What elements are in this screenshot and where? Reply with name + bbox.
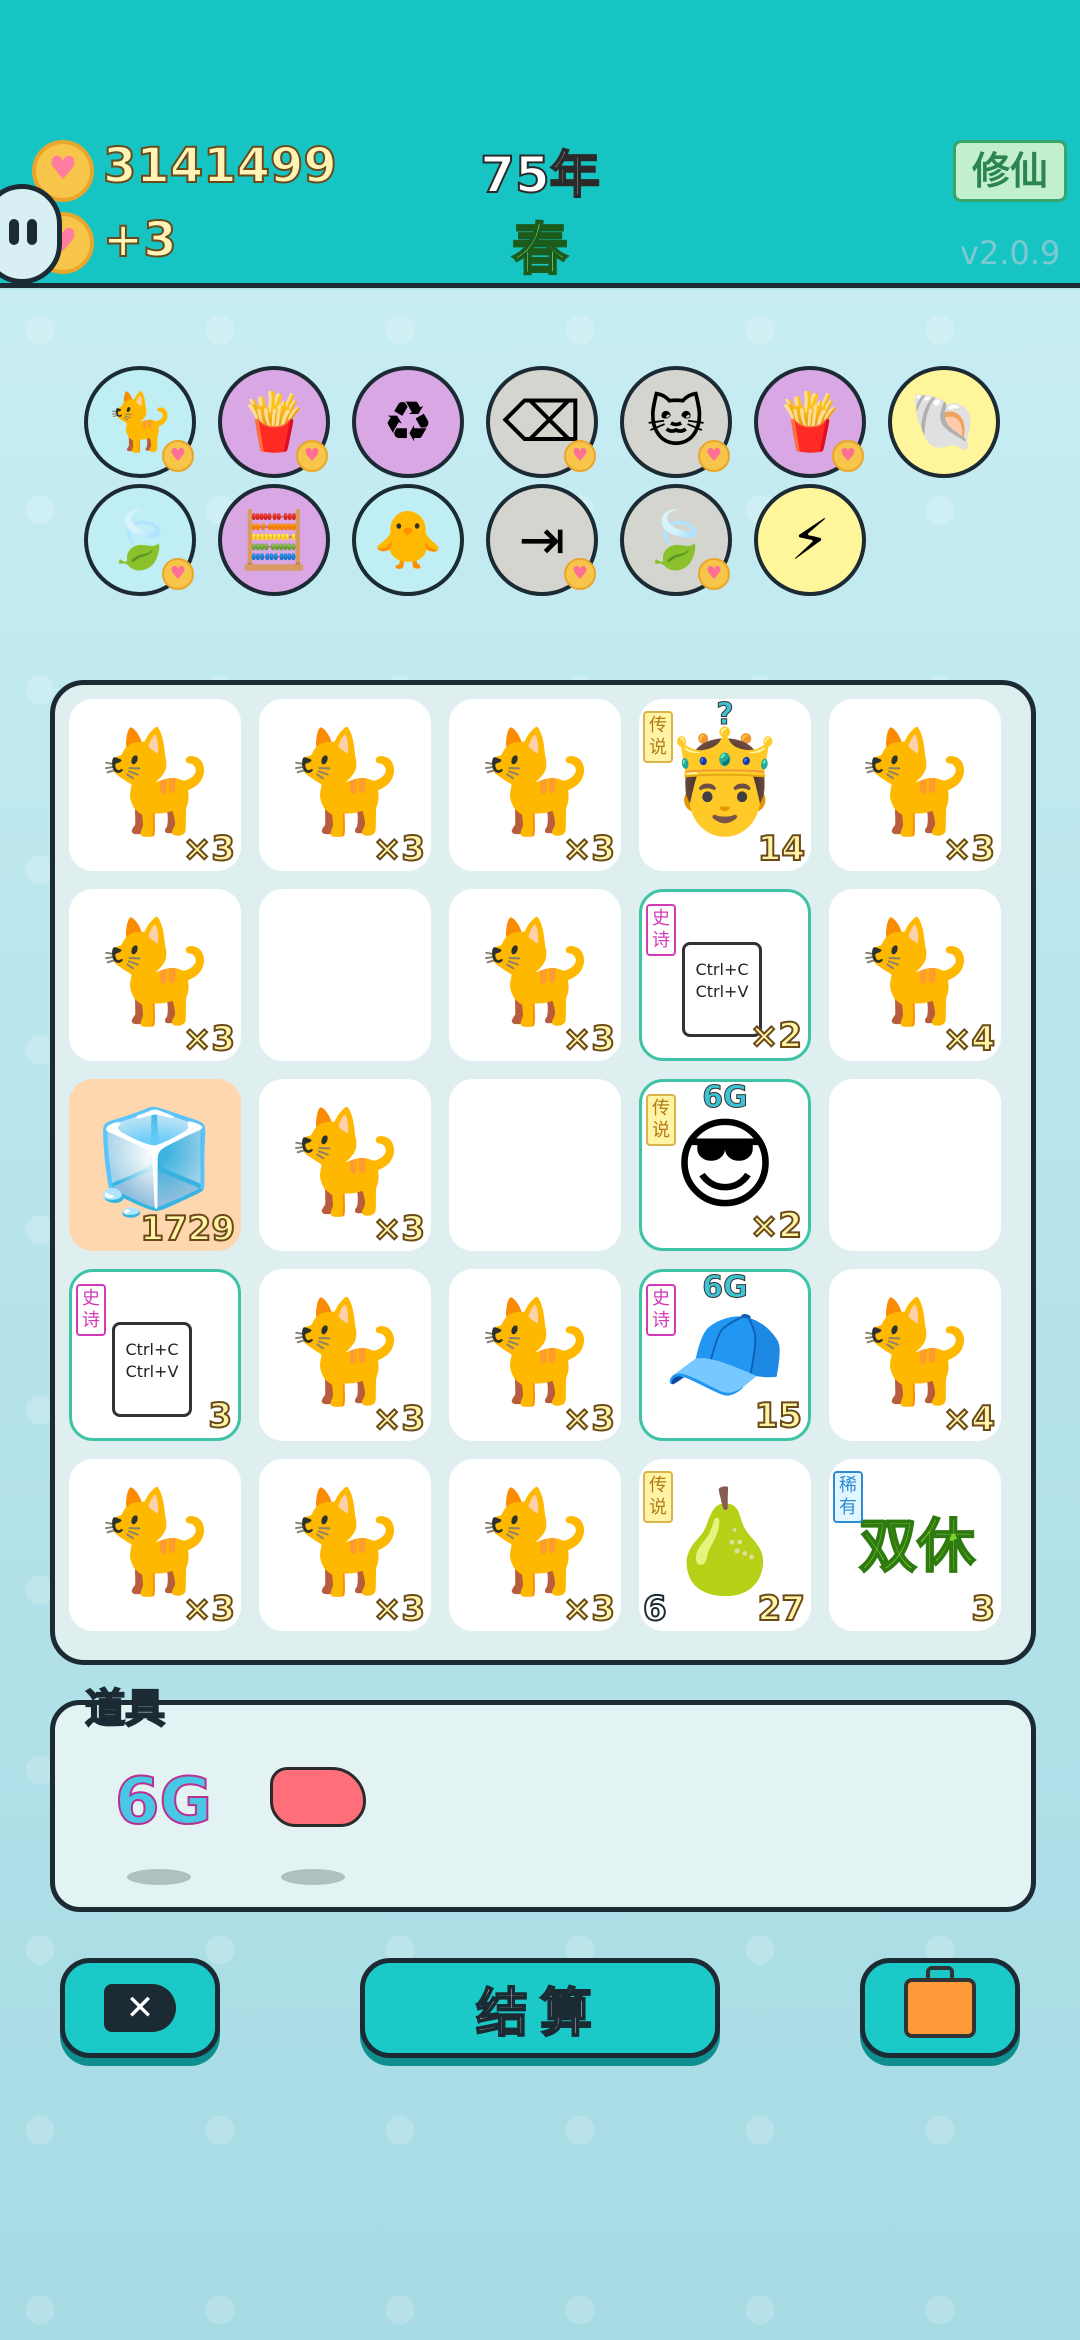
season-label: 春 (511, 217, 569, 284)
heart-coin-badge-icon: ♥ (296, 440, 328, 472)
tile-cat[interactable]: 🐈 ×3 (449, 1459, 621, 1631)
tile-count: ×3 (182, 1018, 236, 1060)
tile-count: ×2 (749, 1015, 803, 1057)
owl-cats-icon[interactable]: 🐱 ♥ (620, 366, 732, 478)
game-board: 🐈 ×3 🐈 ×3 🐈 ×3 🤴 传说? 14 🐈 ×3 🐈 ×3 🐈 ×3 Ctrl+C Ctrl+V 史诗 ×… (50, 680, 1036, 1665)
tile-count: ×4 (942, 1018, 996, 1060)
coin-balance: 3141499 (102, 137, 338, 195)
tile-cat[interactable]: 🐈 ×3 (69, 1459, 241, 1631)
math-head-icon[interactable]: 🧮 (218, 484, 330, 596)
tile-count: ×2 (749, 1205, 803, 1247)
rarity-tag: 稀有 (833, 1471, 863, 1523)
tool-6g[interactable]: 6G (114, 1764, 213, 1840)
empty-tile[interactable] (829, 1079, 1001, 1251)
liver-icon[interactable] (270, 1767, 366, 1827)
tile-cat[interactable]: 🐈 ×3 (69, 699, 241, 871)
tile-cat[interactable]: 🐈 ×3 (449, 1269, 621, 1441)
tile-cat[interactable]: 🐈 ×3 (829, 699, 1001, 871)
delete-button[interactable]: ✕ (60, 1958, 220, 2058)
recycle-icon[interactable]: ♻ (352, 366, 464, 478)
chick-egg-icon[interactable]: 🐥 (352, 484, 464, 596)
tile-count: ×3 (372, 1398, 426, 1440)
tools-panel: 6G (50, 1700, 1036, 1912)
leaf-icon[interactable]: 🍃 ♥ (84, 484, 196, 596)
tile-cat[interactable]: 🐈 ×3 (259, 699, 431, 871)
tile-cat[interactable]: 🐈 ×4 (829, 1269, 1001, 1441)
heart-coin-badge-icon: ♥ (162, 558, 194, 590)
settle-button[interactable]: 结算 (360, 1958, 720, 2058)
cat-with-hole-icon[interactable]: 🐈 ♥ (84, 366, 196, 478)
tile-cat[interactable]: 🐈 ×3 (259, 1269, 431, 1441)
tile-glasses-man[interactable]: 😎 传说 6G ×2 (639, 1079, 811, 1251)
tile-count: ×3 (182, 828, 236, 870)
version-label: v2.0.9 (960, 234, 1061, 272)
tool-shadow (127, 1869, 191, 1885)
heart-coin-badge-icon: ♥ (832, 440, 864, 472)
seashell-icon[interactable]: 🐚 (888, 366, 1000, 478)
tile-left-count: 6 (642, 1588, 668, 1630)
skip-icon[interactable]: ⇥ ♥ (486, 484, 598, 596)
tile-count: ×3 (182, 1588, 236, 1630)
shuangxiu-art: 双休 (858, 1511, 976, 1581)
rarity-tag: 史诗 (76, 1284, 106, 1336)
top-bar: 3141499 +3 75年 春 修仙 v2.0.9 (0, 0, 1080, 288)
tile-cat[interactable]: 🐈 ×3 (259, 1459, 431, 1631)
tile-count: ×3 (562, 1018, 616, 1060)
tile-count: ×3 (372, 1208, 426, 1250)
tile-count: ×4 (942, 1398, 996, 1440)
tile-cat[interactable]: 🐈 ×4 (829, 889, 1001, 1061)
tile-count: ×3 (562, 1398, 616, 1440)
side-menu-handle[interactable] (0, 184, 62, 284)
tile-count: ×3 (372, 1588, 426, 1630)
delete-key-icon[interactable]: ⌫ ♥ (486, 366, 598, 478)
tile-pear-king[interactable]: 🍐 传说 6 27 (639, 1459, 811, 1631)
tile-count: ×3 (562, 1588, 616, 1630)
tile-king[interactable]: 🤴 传说? 14 (639, 699, 811, 871)
lightning-icon[interactable]: ⚡ (754, 484, 866, 596)
year-label: 75年 (479, 145, 601, 205)
tile-top-label: ? (716, 699, 734, 733)
tile-top-label: 6G (702, 1080, 749, 1116)
tile-top-label: 6G (702, 1270, 749, 1306)
tile-count: 14 (757, 828, 806, 870)
cultivation-mode-button[interactable]: 修仙 (953, 140, 1067, 202)
empty-tile[interactable] (449, 1079, 621, 1251)
coin-income: +3 (102, 211, 178, 269)
leaf-icon[interactable]: 🍃 ♥ (620, 484, 732, 596)
rarity-tag: 传说 (643, 1471, 673, 1523)
tile-red-cap-boy[interactable]: 🧢 史诗 6G 15 (639, 1269, 811, 1441)
settle-label: 结算 (475, 1983, 604, 2045)
fries-icon[interactable]: 🍟 ♥ (218, 366, 330, 478)
tile-count: 1729 (139, 1208, 236, 1250)
ctrl-card: Ctrl+C Ctrl+V (112, 1322, 192, 1417)
rarity-tag: 史诗 (646, 904, 676, 956)
tile-count: 3 (970, 1588, 996, 1630)
heart-coin-badge-icon: ♥ (698, 440, 730, 472)
tile-count: 15 (754, 1395, 803, 1437)
tile-count: ×3 (942, 828, 996, 870)
tool-shadow (281, 1869, 345, 1885)
tile-cat[interactable]: 🐈 ×3 (449, 889, 621, 1061)
heart-coin-badge-icon: ♥ (564, 558, 596, 590)
inventory-button[interactable] (860, 1958, 1020, 2058)
tile-count: 27 (757, 1588, 806, 1630)
delete-icon: ✕ (104, 1984, 176, 2032)
heart-coin-badge-icon: ♥ (162, 440, 194, 472)
heart-coin-badge-icon: ♥ (564, 440, 596, 472)
tile-count: 3 (207, 1395, 233, 1437)
tile-count: ×3 (562, 828, 616, 870)
fries-icon[interactable]: 🍟 ♥ (754, 366, 866, 478)
tile-cat[interactable]: 🐈 ×3 (449, 699, 621, 871)
briefcase-icon (904, 1966, 976, 2038)
tile-ctrl[interactable]: Ctrl+C Ctrl+V 史诗 3 (69, 1269, 241, 1441)
tools-title: 道具 (84, 1685, 166, 1733)
tile-shuangxiu[interactable]: 双休 稀有 3 (829, 1459, 1001, 1631)
empty-tile[interactable] (259, 889, 431, 1061)
tile-cat[interactable]: 🐈 ×3 (259, 1079, 431, 1251)
tile-count: ×3 (372, 828, 426, 870)
tile-fridge[interactable]: 🧊 1729 (69, 1079, 241, 1251)
heart-coin-badge-icon: ♥ (698, 558, 730, 590)
tile-cat[interactable]: 🐈 ×3 (69, 889, 241, 1061)
tile-ctrl[interactable]: Ctrl+C Ctrl+V 史诗 ×2 (639, 889, 811, 1061)
